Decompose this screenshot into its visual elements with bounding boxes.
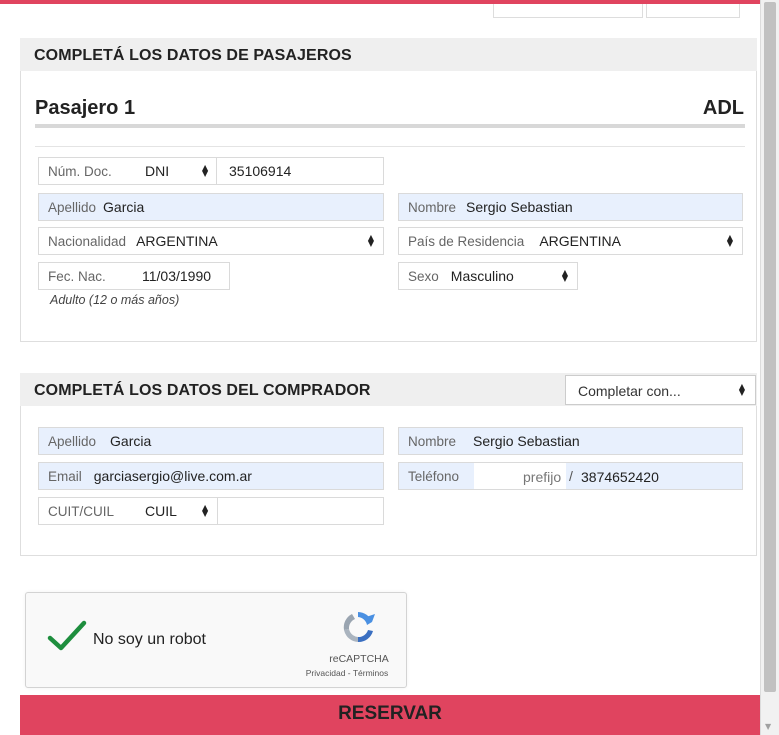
select-arrows-icon: ▲ ▼ xyxy=(561,268,568,283)
comprador-section-title: COMPLETÁ LOS DATOS DEL COMPRADOR xyxy=(34,382,371,399)
recaptcha-label: No soy un robot xyxy=(93,631,206,648)
email-field[interactable]: Email garciasergio@live.com.ar xyxy=(38,462,384,490)
cuit-type-select[interactable]: CUIL xyxy=(145,503,177,519)
reservar-button[interactable]: RESERVAR xyxy=(20,695,760,735)
passenger-divider-thin xyxy=(35,146,745,147)
nacionalidad-value: ARGENTINA xyxy=(136,233,218,249)
cuit-field: CUIT/CUIL CUIL ▲ ▼ xyxy=(38,497,384,525)
apellido-label: Apellido xyxy=(48,199,97,215)
telefono-separator: / xyxy=(569,468,573,484)
comprador-nombre-value: Sergio Sebastian xyxy=(473,433,580,449)
completar-con-value: Completar con... xyxy=(578,383,681,399)
field-divider xyxy=(216,158,217,184)
nombre-label: Nombre xyxy=(408,199,457,215)
comprador-nombre-field[interactable]: Nombre Sergio Sebastian xyxy=(398,427,743,455)
checkmark-icon[interactable] xyxy=(47,619,87,658)
comprador-nombre-label: Nombre xyxy=(408,433,457,449)
select-arrows-icon: ▲ ▼ xyxy=(202,163,209,178)
passenger-divider xyxy=(35,124,745,128)
residencia-select[interactable]: País de Residencia ARGENTINA ▲ ▼ xyxy=(398,227,743,255)
nacionalidad-select[interactable]: Nacionalidad ARGENTINA ▲ ▼ xyxy=(38,227,384,255)
scrollbar-thumb[interactable] xyxy=(764,2,776,692)
sexo-value: Masculino xyxy=(450,268,514,284)
recaptcha-brand: reCAPTCHA xyxy=(329,653,389,665)
pasajeros-section-title: COMPLETÁ LOS DATOS DE PASAJEROS xyxy=(34,47,352,64)
nacionalidad-label: Nacionalidad xyxy=(48,233,127,249)
telefono-label: Teléfono xyxy=(408,469,460,484)
nombre-value: Sergio Sebastian xyxy=(466,199,573,215)
email-value: garciasergio@live.com.ar xyxy=(93,468,252,484)
comprador-apellido-label: Apellido xyxy=(48,433,97,449)
passenger-type: ADL xyxy=(702,97,744,119)
residencia-value: ARGENTINA xyxy=(539,233,622,249)
completar-con-select[interactable]: Completar con... ▲ ▼ xyxy=(565,375,756,405)
telefono-number-input[interactable]: 3874652420 xyxy=(581,469,659,485)
nombre-field[interactable]: Nombre Sergio Sebastian xyxy=(398,193,743,221)
document-field: Núm. Doc. DNI ▲ ▼ 35106914 xyxy=(38,157,384,185)
telefono-prefix-placeholder: prefijo xyxy=(523,469,562,485)
fecha-nacimiento-label: Fec. Nac. xyxy=(48,268,106,284)
fecha-nacimiento-field[interactable]: Fec. Nac. 11/03/1990 xyxy=(38,262,230,290)
fecha-nacimiento-value: 11/03/1990 xyxy=(142,268,212,284)
header-field-stub xyxy=(646,4,740,18)
select-arrows-icon: ▲ ▼ xyxy=(367,233,374,248)
age-category-note: Adulto (12 o más años) xyxy=(50,293,180,307)
scrollbar[interactable]: ▼ xyxy=(760,0,779,735)
field-divider xyxy=(217,498,218,524)
select-arrows-icon: ▲ ▼ xyxy=(202,503,209,518)
comprador-apellido-field[interactable]: Apellido Garcia xyxy=(38,427,384,455)
scroll-down-icon[interactable]: ▼ xyxy=(765,722,771,731)
pasajeros-section-header: COMPLETÁ LOS DATOS DE PASAJEROS xyxy=(20,38,757,71)
passenger-title: Pasajero 1 xyxy=(35,97,136,119)
document-label: Núm. Doc. xyxy=(48,163,112,179)
select-arrows-icon: ▲ ▼ xyxy=(738,382,745,397)
recaptcha-terms-link[interactable]: Privacidad - Términos xyxy=(292,668,402,678)
apellido-field[interactable]: Apellido Garcia xyxy=(38,193,384,221)
select-arrows-icon: ▲ ▼ xyxy=(726,233,733,248)
sexo-label: Sexo xyxy=(408,268,439,284)
telefono-field: Teléfono prefijo / 3874652420 xyxy=(398,462,743,490)
sexo-select[interactable]: Sexo Masculino ▲ ▼ xyxy=(398,262,578,290)
recaptcha-logo-icon xyxy=(339,608,377,651)
document-type-select[interactable]: DNI xyxy=(145,163,169,179)
recaptcha-widget: No soy un robot reCAPTCHA Privacidad - T… xyxy=(25,592,407,688)
apellido-value: Garcia xyxy=(103,199,145,215)
residencia-label: País de Residencia xyxy=(408,233,525,249)
document-number-input[interactable]: 35106914 xyxy=(229,163,291,179)
email-label: Email xyxy=(48,468,82,484)
comprador-apellido-value: Garcia xyxy=(110,433,152,449)
cuit-label: CUIT/CUIL xyxy=(48,503,115,519)
header-field-stub xyxy=(493,4,643,18)
